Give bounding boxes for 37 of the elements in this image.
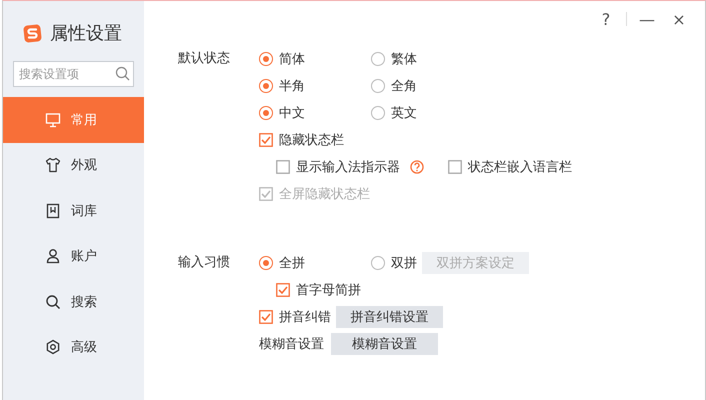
checkbox[interactable]: 首字母简拼 <box>276 280 361 298</box>
gear-icon <box>45 339 61 356</box>
sidebar-item[interactable]: 搜索 <box>3 279 144 324</box>
settings-button[interactable]: 模糊音设置 <box>331 332 438 354</box>
logo-icon <box>23 24 42 42</box>
radio-button[interactable]: 全拼 <box>259 254 305 272</box>
section-label: 默认状态 <box>178 51 230 66</box>
search-icon <box>45 294 61 310</box>
radio-button[interactable]: 简体 <box>259 50 305 68</box>
book-icon <box>45 202 61 219</box>
section-label: 输入习惯 <box>178 255 230 270</box>
close-button[interactable]: × <box>663 7 695 31</box>
settings-button[interactable]: 拼音纠错设置 <box>336 306 443 328</box>
sidebar-item[interactable]: 外观 <box>3 142 144 188</box>
sidebar-item[interactable]: 词库 <box>3 188 144 234</box>
radio-button[interactable]: 繁体 <box>371 50 417 68</box>
sidebar-item[interactable]: 账户 <box>3 234 144 279</box>
sidebar-item[interactable]: 高级 <box>3 324 144 370</box>
search-icon <box>115 66 130 81</box>
minimize-button[interactable]: — <box>631 7 663 31</box>
checkbox[interactable]: 状态栏嵌入语言栏 <box>448 158 572 176</box>
checkbox[interactable]: 隐藏状态栏 <box>259 130 344 148</box>
checkbox[interactable]: 显示输入法指示器 <box>276 158 424 176</box>
radio-button[interactable]: 英文 <box>371 104 417 122</box>
radio-button[interactable]: 双拼 <box>371 254 417 272</box>
user-icon <box>45 248 61 264</box>
help-icon[interactable] <box>410 160 424 174</box>
radio-button[interactable]: 全角 <box>371 76 417 94</box>
monitor-icon <box>45 112 61 128</box>
search-field[interactable]: 搜索设置项 <box>13 61 134 87</box>
radio-button[interactable]: 中文 <box>259 104 305 122</box>
radio-button[interactable]: 半角 <box>259 76 305 94</box>
help-button[interactable]: ? <box>590 7 622 31</box>
checkbox[interactable]: 拼音纠错 <box>259 308 331 326</box>
shirt-icon <box>45 157 61 174</box>
setting-label: 模糊音设置 <box>259 336 325 352</box>
app-title: 属性设置 <box>50 22 122 45</box>
